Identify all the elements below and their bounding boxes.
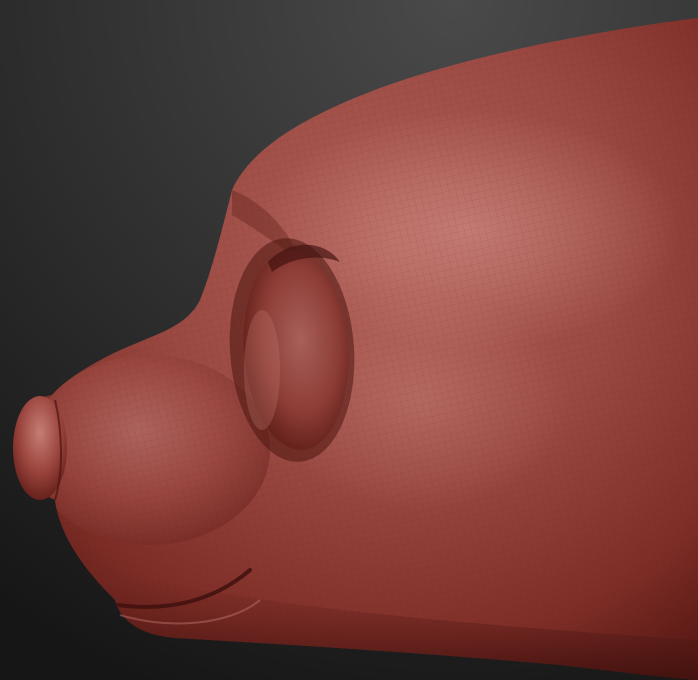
eye-rim-highlight [244, 310, 280, 430]
sculpt-render [0, 0, 698, 680]
nose [13, 396, 67, 501]
sculpt-viewport [0, 0, 698, 680]
